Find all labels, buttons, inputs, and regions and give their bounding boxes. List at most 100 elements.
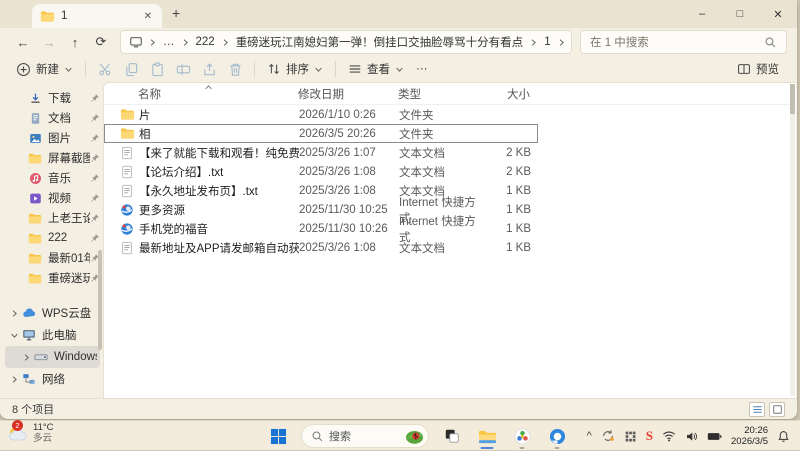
share-button[interactable] (196, 58, 222, 80)
file-type: 文本文档 (399, 147, 445, 160)
sidebar-scrollbar[interactable] (98, 250, 102, 350)
taskbar-clock[interactable]: 20:26 2026/3/5 (731, 425, 768, 448)
sidebar-item-此电脑[interactable]: 此电脑 (0, 324, 103, 346)
sidebar-item-音乐[interactable]: 音乐 (0, 168, 103, 188)
table-row[interactable]: 相 2026/3/5 20:26 文件夹 (104, 124, 538, 143)
taskbar-weather-widget[interactable]: 2 11°C 多云 (6, 420, 54, 445)
cut-button[interactable] (92, 58, 118, 80)
sidebar-item-Windows-SSD[interactable]: Windows-SSD (5, 346, 100, 368)
clock-date: 2026/3/5 (731, 436, 768, 447)
start-button[interactable] (266, 423, 290, 449)
list-view-toggle[interactable] (749, 401, 765, 417)
folder-icon (28, 231, 42, 245)
network-icon (22, 372, 36, 386)
sidebar-item-WPS云盘[interactable]: WPS云盘 (0, 302, 103, 324)
task-view-button[interactable] (440, 423, 464, 449)
column-header-date[interactable]: 修改日期 (298, 86, 398, 102)
file-size: 1 KB (506, 184, 531, 197)
download-icon (28, 91, 42, 105)
preview-pane-icon (737, 62, 751, 76)
grid-app-icon[interactable] (624, 430, 637, 443)
preview-button-label: 预览 (756, 64, 779, 76)
sidebar-item-222[interactable]: 222 (0, 228, 103, 248)
chevron-down-icon[interactable] (8, 329, 20, 341)
copy-button[interactable] (118, 58, 144, 80)
sidebar-item-最新01年学生[interactable]: 最新01年学生 (0, 248, 103, 268)
sidebar-item-label: 此电脑 (42, 330, 77, 342)
back-button[interactable]: ← (10, 30, 36, 54)
file-date-modified: 2026/1/10 0:26 (299, 108, 376, 121)
table-row[interactable]: 最新地址及APP请发邮箱自动获取！！！.txt2025/3/26 1:08 文本文… (104, 238, 538, 257)
browser-taskbar-icon[interactable] (545, 423, 569, 449)
battery-icon[interactable] (707, 431, 722, 442)
search-input[interactable]: 在 1 中搜索 (580, 30, 787, 54)
tab-title: 1 (61, 10, 68, 22)
breadcrumb-item[interactable]: 222 (195, 36, 216, 48)
paste-button[interactable] (144, 58, 170, 80)
volume-icon[interactable] (685, 430, 698, 443)
taskbar-search[interactable]: 搜索 (301, 424, 429, 448)
sidebar-item-图片[interactable]: 图片 (0, 128, 103, 148)
sidebar-item-视频[interactable]: 视频 (0, 188, 103, 208)
forward-button[interactable]: → (36, 30, 62, 54)
input-method-icon[interactable]: S (646, 428, 653, 444)
breadcrumb-item[interactable]: 1 (543, 36, 551, 48)
preview-button[interactable]: 预览 (731, 58, 785, 80)
file-name: 相 (139, 128, 151, 141)
pin-icon (90, 233, 100, 243)
new-tab-button[interactable]: + (172, 5, 180, 21)
table-row[interactable]: 【论坛介绍】.txt 2025/3/26 1:08 文本文档 2 KB (104, 162, 538, 181)
main-area: 下载文档图片屏幕截图音乐视频上老王论坛当 222 最新01年学生重磅迷玩江南 WPS… (0, 82, 796, 398)
sidebar-item-网络[interactable]: 网络 (0, 368, 103, 390)
column-header-type[interactable]: 类型 (398, 86, 486, 102)
up-button[interactable]: ↑ (62, 30, 88, 54)
sidebar-item-文档[interactable]: 文档 (0, 108, 103, 128)
details-view-toggle[interactable] (769, 401, 785, 417)
table-row[interactable]: 片 2026/1/10 0:26 文件夹 (104, 105, 538, 124)
sidebar-item-label: 视频 (48, 193, 71, 205)
tab-close-icon[interactable]: ✕ (142, 11, 154, 22)
pin-icon (90, 93, 100, 103)
file-list-scrollbar[interactable] (790, 84, 795, 396)
explorer-tab[interactable]: 1 ✕ (32, 4, 162, 28)
app-taskbar-icon[interactable] (510, 423, 534, 449)
sync-icon[interactable] (601, 429, 615, 443)
close-button[interactable]: ✕ (759, 0, 797, 28)
file-explorer-taskbar-icon[interactable] (475, 423, 499, 449)
chevron-right-icon (557, 38, 566, 47)
refresh-button[interactable]: ⟳ (88, 30, 114, 54)
file-name: 片 (139, 109, 151, 122)
sidebar-item-重磅迷玩江南[interactable]: 重磅迷玩江南 (0, 268, 103, 288)
sidebar-item-上老王论坛当[interactable]: 上老王论坛当 (0, 208, 103, 228)
new-button[interactable]: 新建 (10, 58, 79, 80)
maximize-button[interactable]: □ (721, 0, 759, 28)
sidebar-item-下载[interactable]: 下载 (0, 88, 103, 108)
sidebar-item-屏幕截图[interactable]: 屏幕截图 (0, 148, 103, 168)
minimize-button[interactable]: – (683, 0, 721, 28)
delete-button[interactable] (222, 58, 248, 80)
column-header-name[interactable]: 名称 (138, 86, 298, 102)
tray-expand-chevron[interactable]: ^ (587, 430, 592, 442)
pin-icon (90, 193, 100, 203)
column-header-size[interactable]: 大小 (486, 86, 530, 102)
toolbar-divider (85, 61, 86, 77)
table-row[interactable]: 【来了就能下载和观看！纯免费！】.txt2025/3/26 1:07 文本文档 2 … (104, 143, 538, 162)
sidebar-item-label: 最新01年学生 (48, 253, 90, 265)
pictures-icon (28, 131, 42, 145)
system-tray: ^ S 20:26 2026/3/5 (587, 421, 790, 451)
wifi-icon[interactable] (662, 430, 676, 442)
address-bar[interactable]: … 222 重磅迷玩江南媳妇第一弹！倒挂口交抽脸辱骂十分有看点 1 (120, 30, 572, 54)
chevron-right-icon[interactable] (8, 307, 20, 319)
rename-button[interactable] (170, 58, 196, 80)
notification-bell-icon[interactable] (777, 430, 790, 443)
view-button[interactable]: 查看 (342, 58, 410, 80)
breadcrumb-item[interactable]: 重磅迷玩江南媳妇第一弹！倒挂口交抽脸辱骂十分有看点 (235, 34, 525, 50)
sort-button[interactable]: 排序 (261, 58, 329, 80)
chevron-right-icon[interactable] (8, 373, 20, 385)
more-options-button[interactable]: ··· (410, 58, 434, 80)
pin-icon (90, 153, 100, 163)
breadcrumb-ellipsis[interactable]: … (162, 36, 176, 48)
table-row[interactable]: 手机党的福音 2025/11/30 10:26 Internet 快捷方式 1 KB (104, 216, 538, 244)
command-bar: 新建 排序 查看 ··· 预览 (0, 56, 797, 82)
chevron-right-icon[interactable] (20, 351, 32, 363)
